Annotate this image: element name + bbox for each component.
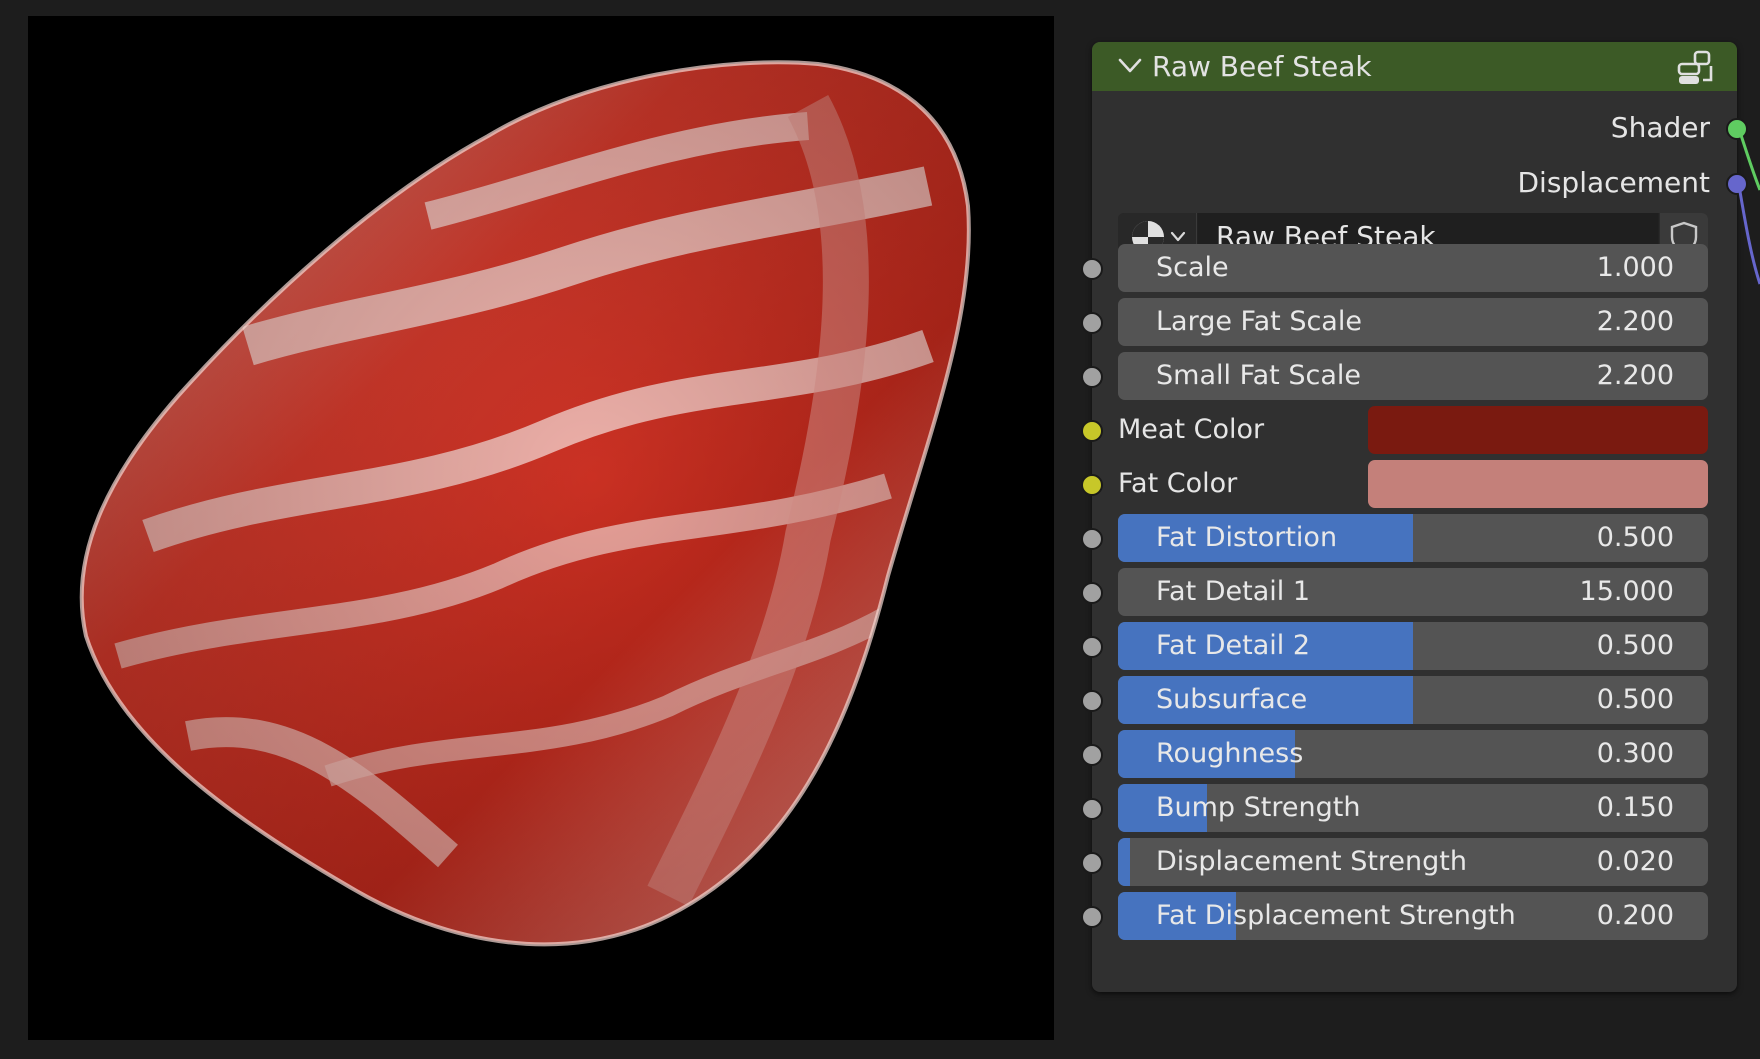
slider-label: Scale: [1156, 252, 1229, 283]
input-socket-large-fat-scale[interactable]: [1081, 312, 1103, 334]
slider-value: 2.200: [1596, 360, 1674, 391]
node-title: Raw Beef Steak: [1152, 50, 1372, 83]
slider-value: 1.000: [1596, 252, 1674, 283]
input-socket-meat-color[interactable]: [1081, 420, 1103, 442]
slider-roughness[interactable]: Roughness 0.300: [1118, 730, 1708, 778]
slider-small-fat-scale[interactable]: Small Fat Scale 2.200: [1118, 352, 1708, 400]
param-roughness: Roughness 0.300: [1081, 730, 1737, 778]
slider-value: 0.500: [1596, 522, 1674, 553]
meat-color-swatch[interactable]: [1368, 406, 1708, 454]
slider-value: 0.300: [1596, 738, 1674, 769]
slider-fat-distortion[interactable]: Fat Distortion 0.500: [1118, 514, 1708, 562]
slider-value: 2.200: [1596, 306, 1674, 337]
param-scale: Scale 1.000: [1081, 244, 1737, 292]
input-socket-small-fat-scale[interactable]: [1081, 366, 1103, 388]
slider-fat-detail-2[interactable]: Fat Detail 2 0.500: [1118, 622, 1708, 670]
slider-label: Fat Detail 2: [1156, 630, 1311, 661]
output-shader: Shader: [1611, 111, 1710, 144]
input-socket-fat-displacement-strength[interactable]: [1081, 906, 1103, 928]
displacement-link[interactable]: [1736, 174, 1760, 294]
param-bump-strength: Bump Strength 0.150: [1081, 784, 1737, 832]
input-socket-subsurface[interactable]: [1081, 690, 1103, 712]
param-meat-color: Meat Color: [1081, 406, 1737, 454]
slider-value: 0.150: [1596, 792, 1674, 823]
input-socket-bump-strength[interactable]: [1081, 798, 1103, 820]
slider-label: Fat Distortion: [1156, 522, 1338, 553]
slider-subsurface[interactable]: Subsurface 0.500: [1118, 676, 1708, 724]
fat-color-label: Fat Color: [1118, 468, 1238, 499]
output-shader-label: Shader: [1610, 111, 1710, 144]
slider-label: Fat Displacement Strength: [1156, 900, 1516, 931]
input-socket-fat-detail-1[interactable]: [1081, 582, 1103, 604]
output-displacement-label: Displacement: [1517, 166, 1711, 199]
slider-bump-strength[interactable]: Bump Strength 0.150: [1118, 784, 1708, 832]
input-socket-displacement-strength[interactable]: [1081, 852, 1103, 874]
param-fat-color: Fat Color: [1081, 460, 1737, 508]
slider-value: 0.500: [1596, 630, 1674, 661]
param-displacement-strength: Displacement Strength 0.020: [1081, 838, 1737, 886]
param-fat-detail-1: Fat Detail 1 15.000: [1081, 568, 1737, 616]
slider-label: Bump Strength: [1156, 792, 1361, 823]
input-socket-fat-color[interactable]: [1081, 474, 1103, 496]
slider-label: Roughness: [1156, 738, 1304, 769]
slider-value: 15.000: [1579, 576, 1674, 607]
slider-displacement-strength[interactable]: Displacement Strength 0.020: [1118, 838, 1708, 886]
chevron-down-icon[interactable]: [1118, 56, 1142, 76]
slider-label: Displacement Strength: [1156, 846, 1467, 877]
render-preview: [28, 16, 1054, 1040]
node-group-icon[interactable]: [1677, 50, 1717, 86]
slider-fill: [1118, 838, 1130, 886]
input-socket-fat-distortion[interactable]: [1081, 528, 1103, 550]
fat-color-swatch[interactable]: [1368, 460, 1708, 508]
param-small-fat-scale: Small Fat Scale 2.200: [1081, 352, 1737, 400]
param-fat-displacement-strength: Fat Displacement Strength 0.200: [1081, 892, 1737, 940]
slider-label: Large Fat Scale: [1156, 306, 1362, 337]
slider-fat-detail-1[interactable]: Fat Detail 1 15.000: [1118, 568, 1708, 616]
slider-label: Small Fat Scale: [1156, 360, 1361, 391]
input-socket-roughness[interactable]: [1081, 744, 1103, 766]
slider-label: Fat Detail 1: [1156, 576, 1311, 607]
shader-node[interactable]: Raw Beef Steak Shader Displacement Raw B…: [1081, 42, 1748, 992]
meat-color-label: Meat Color: [1118, 414, 1265, 445]
param-fat-detail-2: Fat Detail 2 0.500: [1081, 622, 1737, 670]
node-header[interactable]: Raw Beef Steak: [1092, 42, 1737, 91]
slider-scale[interactable]: Scale 1.000: [1118, 244, 1708, 292]
slider-fat-displacement-strength[interactable]: Fat Displacement Strength 0.200: [1118, 892, 1708, 940]
input-socket-scale[interactable]: [1081, 258, 1103, 280]
param-fat-distortion: Fat Distortion 0.500: [1081, 514, 1737, 562]
param-subsurface: Subsurface 0.500: [1081, 676, 1737, 724]
slider-large-fat-scale[interactable]: Large Fat Scale 2.200: [1118, 298, 1708, 346]
input-socket-fat-detail-2[interactable]: [1081, 636, 1103, 658]
slider-label: Subsurface: [1156, 684, 1308, 715]
slider-value: 0.200: [1596, 900, 1674, 931]
output-displacement: Displacement: [1518, 166, 1711, 199]
param-large-fat-scale: Large Fat Scale 2.200: [1081, 298, 1737, 346]
slider-value: 0.500: [1596, 684, 1674, 715]
raw-steak-render: [79, 60, 971, 947]
slider-value: 0.020: [1596, 846, 1674, 877]
